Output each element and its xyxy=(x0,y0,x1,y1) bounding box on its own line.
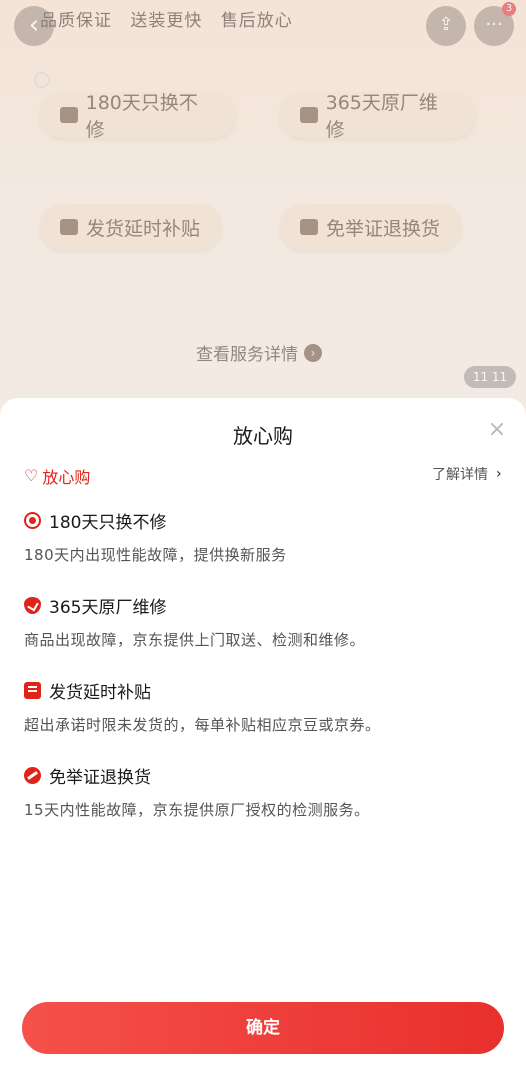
shield-icon xyxy=(24,596,41,614)
service-item-title: 180天只换不修 xyxy=(49,512,167,533)
learn-more-label: 了解详情 xyxy=(432,467,488,483)
service-sheet: 放心购 × ♡ 放心购 了解详情 › 180天只换不修 180天内出现性能故障，… xyxy=(0,398,526,1088)
service-item-noproof: 免举证退换货 15天内性能故障，京东提供原厂授权的检测服务。 xyxy=(24,763,504,820)
no-proof-icon xyxy=(24,766,41,784)
sheet-title: 放心购 xyxy=(233,424,293,448)
service-item-delay: 发货延时补贴 超出承诺时限未发货的，每单补贴相应京豆或京券。 xyxy=(24,678,504,735)
heart-icon: ♡ xyxy=(24,466,39,485)
service-item-title: 365天原厂维修 xyxy=(49,597,167,618)
learn-more-link[interactable]: 了解详情 › xyxy=(432,464,502,484)
confirm-button[interactable]: 确定 xyxy=(22,1002,504,1054)
service-item-365: 365天原厂维修 商品出现故障，京东提供上门取送、检测和维修。 xyxy=(24,593,504,650)
brand-row: ♡ 放心购 xyxy=(24,464,90,488)
service-item-desc: 15天内性能故障，京东提供原厂授权的检测服务。 xyxy=(24,801,370,819)
brand-label: 放心购 xyxy=(42,468,91,487)
service-item-desc: 商品出现故障，京东提供上门取送、检测和维修。 xyxy=(24,631,366,649)
service-item-title: 免举证退换货 xyxy=(49,767,151,788)
service-item-desc: 超出承诺时限未发货的，每单补贴相应京豆或京券。 xyxy=(24,716,381,734)
chevron-right-icon: › xyxy=(496,466,502,482)
exchange-icon xyxy=(24,511,41,529)
close-icon[interactable]: × xyxy=(486,419,508,442)
ticket-icon xyxy=(24,681,41,699)
service-item-180: 180天只换不修 180天内出现性能故障，提供换新服务 xyxy=(24,508,504,565)
service-item-desc: 180天内出现性能故障，提供换新服务 xyxy=(24,546,287,564)
overlay-mask[interactable] xyxy=(0,0,526,420)
service-item-title: 发货延时补贴 xyxy=(49,682,151,703)
